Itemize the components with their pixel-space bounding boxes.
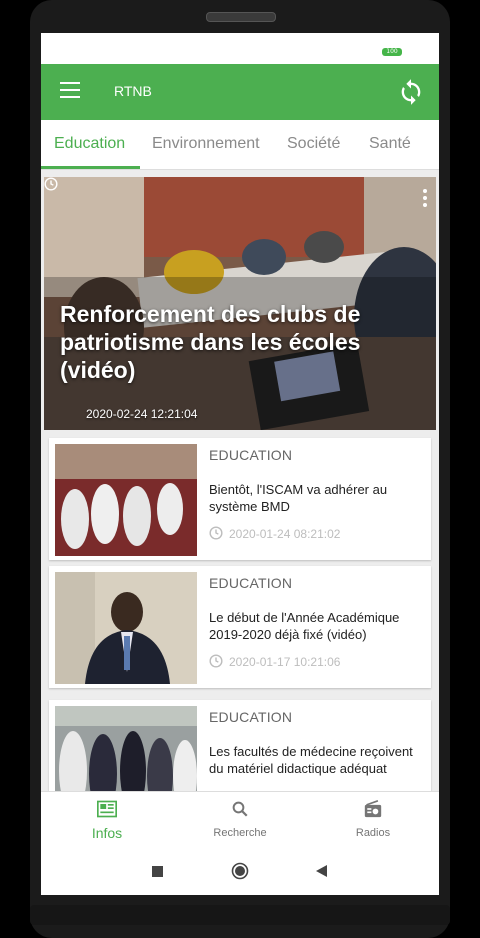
featured-article[interactable]: Renforcement des clubs de patriotisme da…: [44, 177, 436, 430]
search-icon: [232, 801, 248, 817]
radio-icon: [364, 800, 382, 818]
tab-sante[interactable]: Santé: [369, 135, 411, 153]
status-bar: 100: [41, 33, 439, 64]
nav-radios[interactable]: Radios: [323, 792, 423, 848]
home-icon[interactable]: [231, 862, 249, 880]
nav-recherche[interactable]: Recherche: [190, 792, 290, 848]
more-options-icon[interactable]: [423, 189, 427, 209]
hamburger-menu-icon[interactable]: [60, 82, 80, 98]
article-title: Le début de l'Année Académique 2019-2020…: [209, 610, 400, 642]
article-date: 2020-01-17 10:21:06: [229, 655, 341, 669]
nav-label: Radios: [355, 827, 391, 839]
nav-infos[interactable]: Infos: [57, 792, 157, 848]
app-title: RTNB: [114, 83, 152, 99]
clock-icon: [209, 526, 223, 540]
clock-icon: [44, 177, 58, 191]
phone-speaker: [206, 12, 276, 22]
article-date: 2020-01-24 08:21:02: [229, 527, 341, 541]
featured-date: 2020-02-24 12:21:04: [86, 407, 198, 421]
article-category: EDUCATION: [209, 447, 293, 463]
article-thumbnail: [55, 444, 197, 556]
bottom-navigation: Infos Recherche Radios: [41, 791, 439, 848]
category-tabs: Education Environnement Société Santé: [41, 120, 439, 170]
system-navigation-bar: [41, 848, 439, 895]
refresh-icon[interactable]: [397, 78, 425, 106]
article-title: Bientôt, l'ISCAM va adhérer au système B…: [209, 482, 388, 514]
article-card[interactable]: EDUCATION Bientôt, l'ISCAM va adhérer au…: [49, 438, 431, 560]
phone-bottom-edge: [30, 905, 450, 925]
app-screen: 100 RTNB Education Environnement Société…: [41, 33, 439, 895]
tab-environnement[interactable]: Environnement: [152, 135, 260, 153]
article-category: EDUCATION: [209, 575, 293, 591]
article-category: EDUCATION: [209, 709, 293, 725]
clock-icon: [209, 654, 223, 668]
newspaper-icon: [97, 800, 117, 818]
article-thumbnail: [55, 572, 197, 684]
nav-label: Recherche: [213, 827, 267, 839]
recent-apps-icon[interactable]: [152, 866, 163, 877]
app-bar: RTNB: [41, 64, 439, 120]
article-title: Les facultés de médecine reçoivent du ma…: [209, 744, 413, 776]
battery-indicator: 100: [382, 48, 402, 56]
active-tab-indicator: [41, 166, 140, 169]
nav-label: Infos: [91, 825, 123, 841]
featured-title: Renforcement des clubs de patriotisme da…: [60, 301, 361, 383]
article-card[interactable]: EDUCATION Le début de l'Année Académique…: [49, 566, 431, 688]
tab-education[interactable]: Education: [54, 135, 125, 153]
back-icon[interactable]: [316, 865, 327, 877]
tab-societe[interactable]: Société: [287, 135, 340, 153]
